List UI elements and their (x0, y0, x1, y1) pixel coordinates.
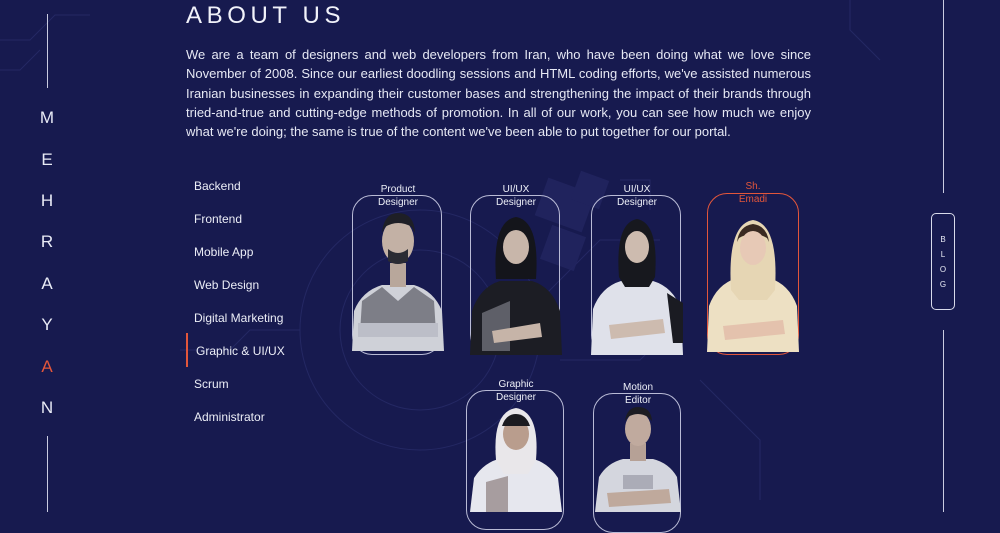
team-category-menu: Backend Frontend Mobile App Web Design D… (186, 176, 326, 440)
blog-button[interactable]: B L O G (931, 213, 955, 310)
team-member-card[interactable]: Sh. Emadi (707, 180, 799, 356)
brand-letter: H (40, 191, 54, 210)
person-photo-icon (707, 220, 799, 352)
team-member-card[interactable]: Motion Editor (593, 381, 683, 533)
divider-line (943, 330, 944, 512)
team-member-card[interactable]: Product Designer (352, 183, 444, 355)
about-paragraph: We are a team of designers and web devel… (186, 47, 811, 140)
menu-item-backend[interactable]: Backend (186, 176, 326, 209)
brand-letter: A (41, 357, 53, 376)
blog-letter: O (939, 264, 947, 274)
blog-letter: L (940, 249, 946, 259)
brand-letter: A (41, 274, 53, 293)
menu-item-administrator[interactable]: Administrator (186, 407, 326, 440)
menu-item-web-design[interactable]: Web Design (186, 275, 326, 308)
team-member-card[interactable]: UI/UX Designer (591, 183, 683, 355)
menu-item-mobile-app[interactable]: Mobile App (186, 242, 326, 275)
brand-letter: R (40, 232, 54, 251)
person-photo-icon (352, 213, 444, 351)
person-photo-icon (470, 217, 562, 355)
brand-letter: E (41, 150, 53, 169)
team-member-card[interactable]: Graphic Designer (466, 378, 566, 530)
blog-letter: G (939, 279, 947, 289)
team-member-card[interactable]: UI/UX Designer (470, 183, 562, 355)
menu-item-digital-marketing[interactable]: Digital Marketing (186, 308, 326, 341)
menu-item-scrum[interactable]: Scrum (186, 374, 326, 407)
brand-letter: N (40, 398, 54, 417)
person-photo-icon (591, 219, 683, 355)
menu-item-graphic-uiux[interactable]: Graphic & UI/UX (186, 333, 326, 374)
divider-line (47, 436, 48, 512)
person-photo-icon (470, 408, 562, 512)
brand-letter: Y (41, 315, 53, 334)
blog-letter: B (940, 234, 946, 244)
brand-vertical: M E H R A Y A N (0, 0, 95, 512)
person-photo-icon (595, 407, 681, 512)
divider-line (943, 0, 944, 193)
page-title: ABOUT US (186, 2, 346, 29)
divider-line (47, 14, 48, 88)
brand-letter: M (39, 108, 55, 127)
menu-item-frontend[interactable]: Frontend (186, 209, 326, 242)
